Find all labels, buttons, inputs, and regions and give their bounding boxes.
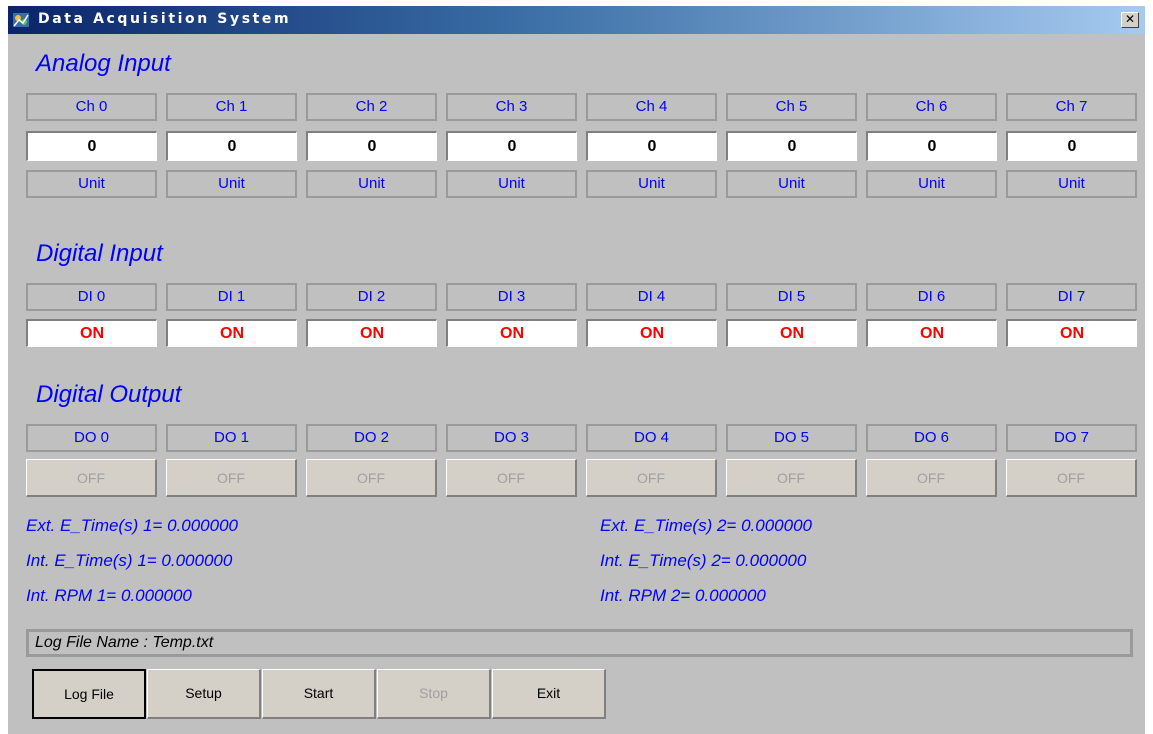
analog-channel-label: Ch 2 xyxy=(306,93,437,121)
di-state-field: ON xyxy=(586,319,717,347)
di-channel-label: DI 6 xyxy=(866,283,997,311)
exit-button[interactable]: Exit xyxy=(492,669,606,719)
di-channel-label: DI 3 xyxy=(446,283,577,311)
do-channel-label: DO 5 xyxy=(726,424,857,452)
do-6-button[interactable]: OFF xyxy=(866,459,997,497)
analog-channel-label: Ch 3 xyxy=(446,93,577,121)
di-state-field: ON xyxy=(306,319,437,347)
start-button[interactable]: Start xyxy=(262,669,376,719)
int-etime-2-readout: Int. E_Time(s) 2= 0.000000 xyxy=(600,551,807,570)
do-channel-label: DO 3 xyxy=(446,424,577,452)
setup-button[interactable]: Setup xyxy=(147,669,261,719)
do-0-button[interactable]: OFF xyxy=(26,459,157,497)
analog-channel-label: Ch 5 xyxy=(726,93,857,121)
analog-value-field: 0 xyxy=(586,131,717,161)
di-channel-label: DI 5 xyxy=(726,283,857,311)
do-channel-label: DO 4 xyxy=(586,424,717,452)
digital-input-title: Digital Input xyxy=(36,240,163,267)
window-title: Data Acquisition System xyxy=(38,11,292,27)
analog-value-field: 0 xyxy=(726,131,857,161)
do-channel-label: DO 2 xyxy=(306,424,437,452)
di-channel-label: DI 4 xyxy=(586,283,717,311)
analog-value-field: 0 xyxy=(866,131,997,161)
do-5-button[interactable]: OFF xyxy=(726,459,857,497)
app-icon xyxy=(13,13,29,27)
do-4-button[interactable]: OFF xyxy=(586,459,717,497)
analog-channel-label: Ch 6 xyxy=(866,93,997,121)
di-channel-label: DI 2 xyxy=(306,283,437,311)
analog-unit-label: Unit xyxy=(26,170,157,198)
do-3-button[interactable]: OFF xyxy=(446,459,577,497)
do-channel-label: DO 0 xyxy=(26,424,157,452)
analog-value-field: 0 xyxy=(26,131,157,161)
analog-unit-label: Unit xyxy=(866,170,997,198)
di-state-field: ON xyxy=(26,319,157,347)
analog-value-field: 0 xyxy=(446,131,577,161)
analog-channel-label: Ch 1 xyxy=(166,93,297,121)
analog-channel-label: Ch 4 xyxy=(586,93,717,121)
close-icon[interactable]: ✕ xyxy=(1121,12,1139,28)
log-file-button[interactable]: Log File xyxy=(32,669,146,719)
digital-output-title: Digital Output xyxy=(36,381,182,408)
int-etime-1-readout: Int. E_Time(s) 1= 0.000000 xyxy=(26,551,233,570)
analog-unit-label: Unit xyxy=(1006,170,1137,198)
analog-unit-label: Unit xyxy=(446,170,577,198)
int-rpm-2-readout: Int. RPM 2= 0.000000 xyxy=(600,586,766,605)
app-window: Data Acquisition System ✕ Analog Input C… xyxy=(8,6,1145,734)
di-state-field: ON xyxy=(446,319,577,347)
do-channel-label: DO 1 xyxy=(166,424,297,452)
log-file-name-bar: Log File Name : Temp.txt xyxy=(26,629,1133,657)
di-state-field: ON xyxy=(166,319,297,347)
int-rpm-1-readout: Int. RPM 1= 0.000000 xyxy=(26,586,192,605)
do-7-button[interactable]: OFF xyxy=(1006,459,1137,497)
di-channel-label: DI 7 xyxy=(1006,283,1137,311)
di-channel-label: DI 0 xyxy=(26,283,157,311)
analog-channel-label: Ch 7 xyxy=(1006,93,1137,121)
di-state-field: ON xyxy=(866,319,997,347)
title-bar[interactable]: Data Acquisition System ✕ xyxy=(8,6,1145,34)
analog-channel-label: Ch 0 xyxy=(26,93,157,121)
analog-value-field: 0 xyxy=(166,131,297,161)
ext-etime-1-readout: Ext. E_Time(s) 1= 0.000000 xyxy=(26,516,238,535)
analog-unit-label: Unit xyxy=(306,170,437,198)
analog-value-field: 0 xyxy=(1006,131,1137,161)
analog-unit-label: Unit xyxy=(166,170,297,198)
do-channel-label: DO 7 xyxy=(1006,424,1137,452)
di-state-field: ON xyxy=(726,319,857,347)
analog-input-title: Analog Input xyxy=(36,50,171,77)
analog-unit-label: Unit xyxy=(586,170,717,198)
do-1-button[interactable]: OFF xyxy=(166,459,297,497)
analog-value-field: 0 xyxy=(306,131,437,161)
ext-etime-2-readout: Ext. E_Time(s) 2= 0.000000 xyxy=(600,516,812,535)
analog-unit-label: Unit xyxy=(726,170,857,198)
do-channel-label: DO 6 xyxy=(866,424,997,452)
di-state-field: ON xyxy=(1006,319,1137,347)
stop-button[interactable]: Stop xyxy=(377,669,491,719)
do-2-button[interactable]: OFF xyxy=(306,459,437,497)
di-channel-label: DI 1 xyxy=(166,283,297,311)
